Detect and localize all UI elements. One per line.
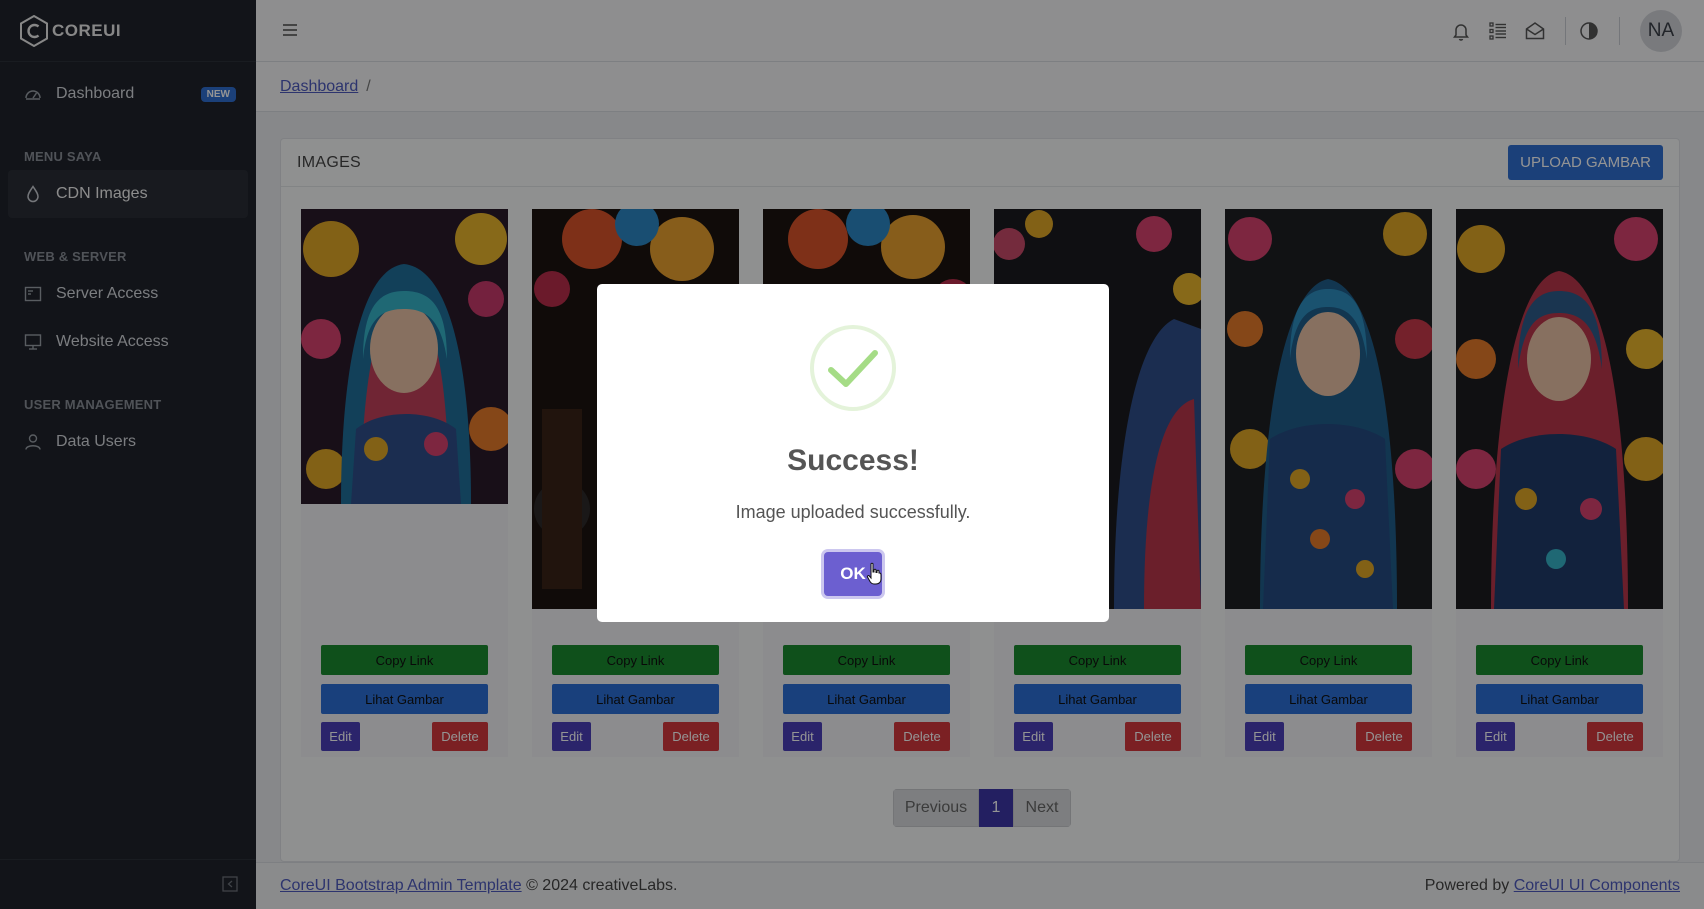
dialog-title: Success! — [787, 444, 919, 477]
success-check-icon — [810, 325, 896, 411]
mouse-pointer-icon — [866, 562, 882, 585]
success-dialog: Success! Image uploaded successfully. OK — [597, 284, 1109, 622]
dialog-message: Image uploaded successfully. — [735, 502, 971, 522]
